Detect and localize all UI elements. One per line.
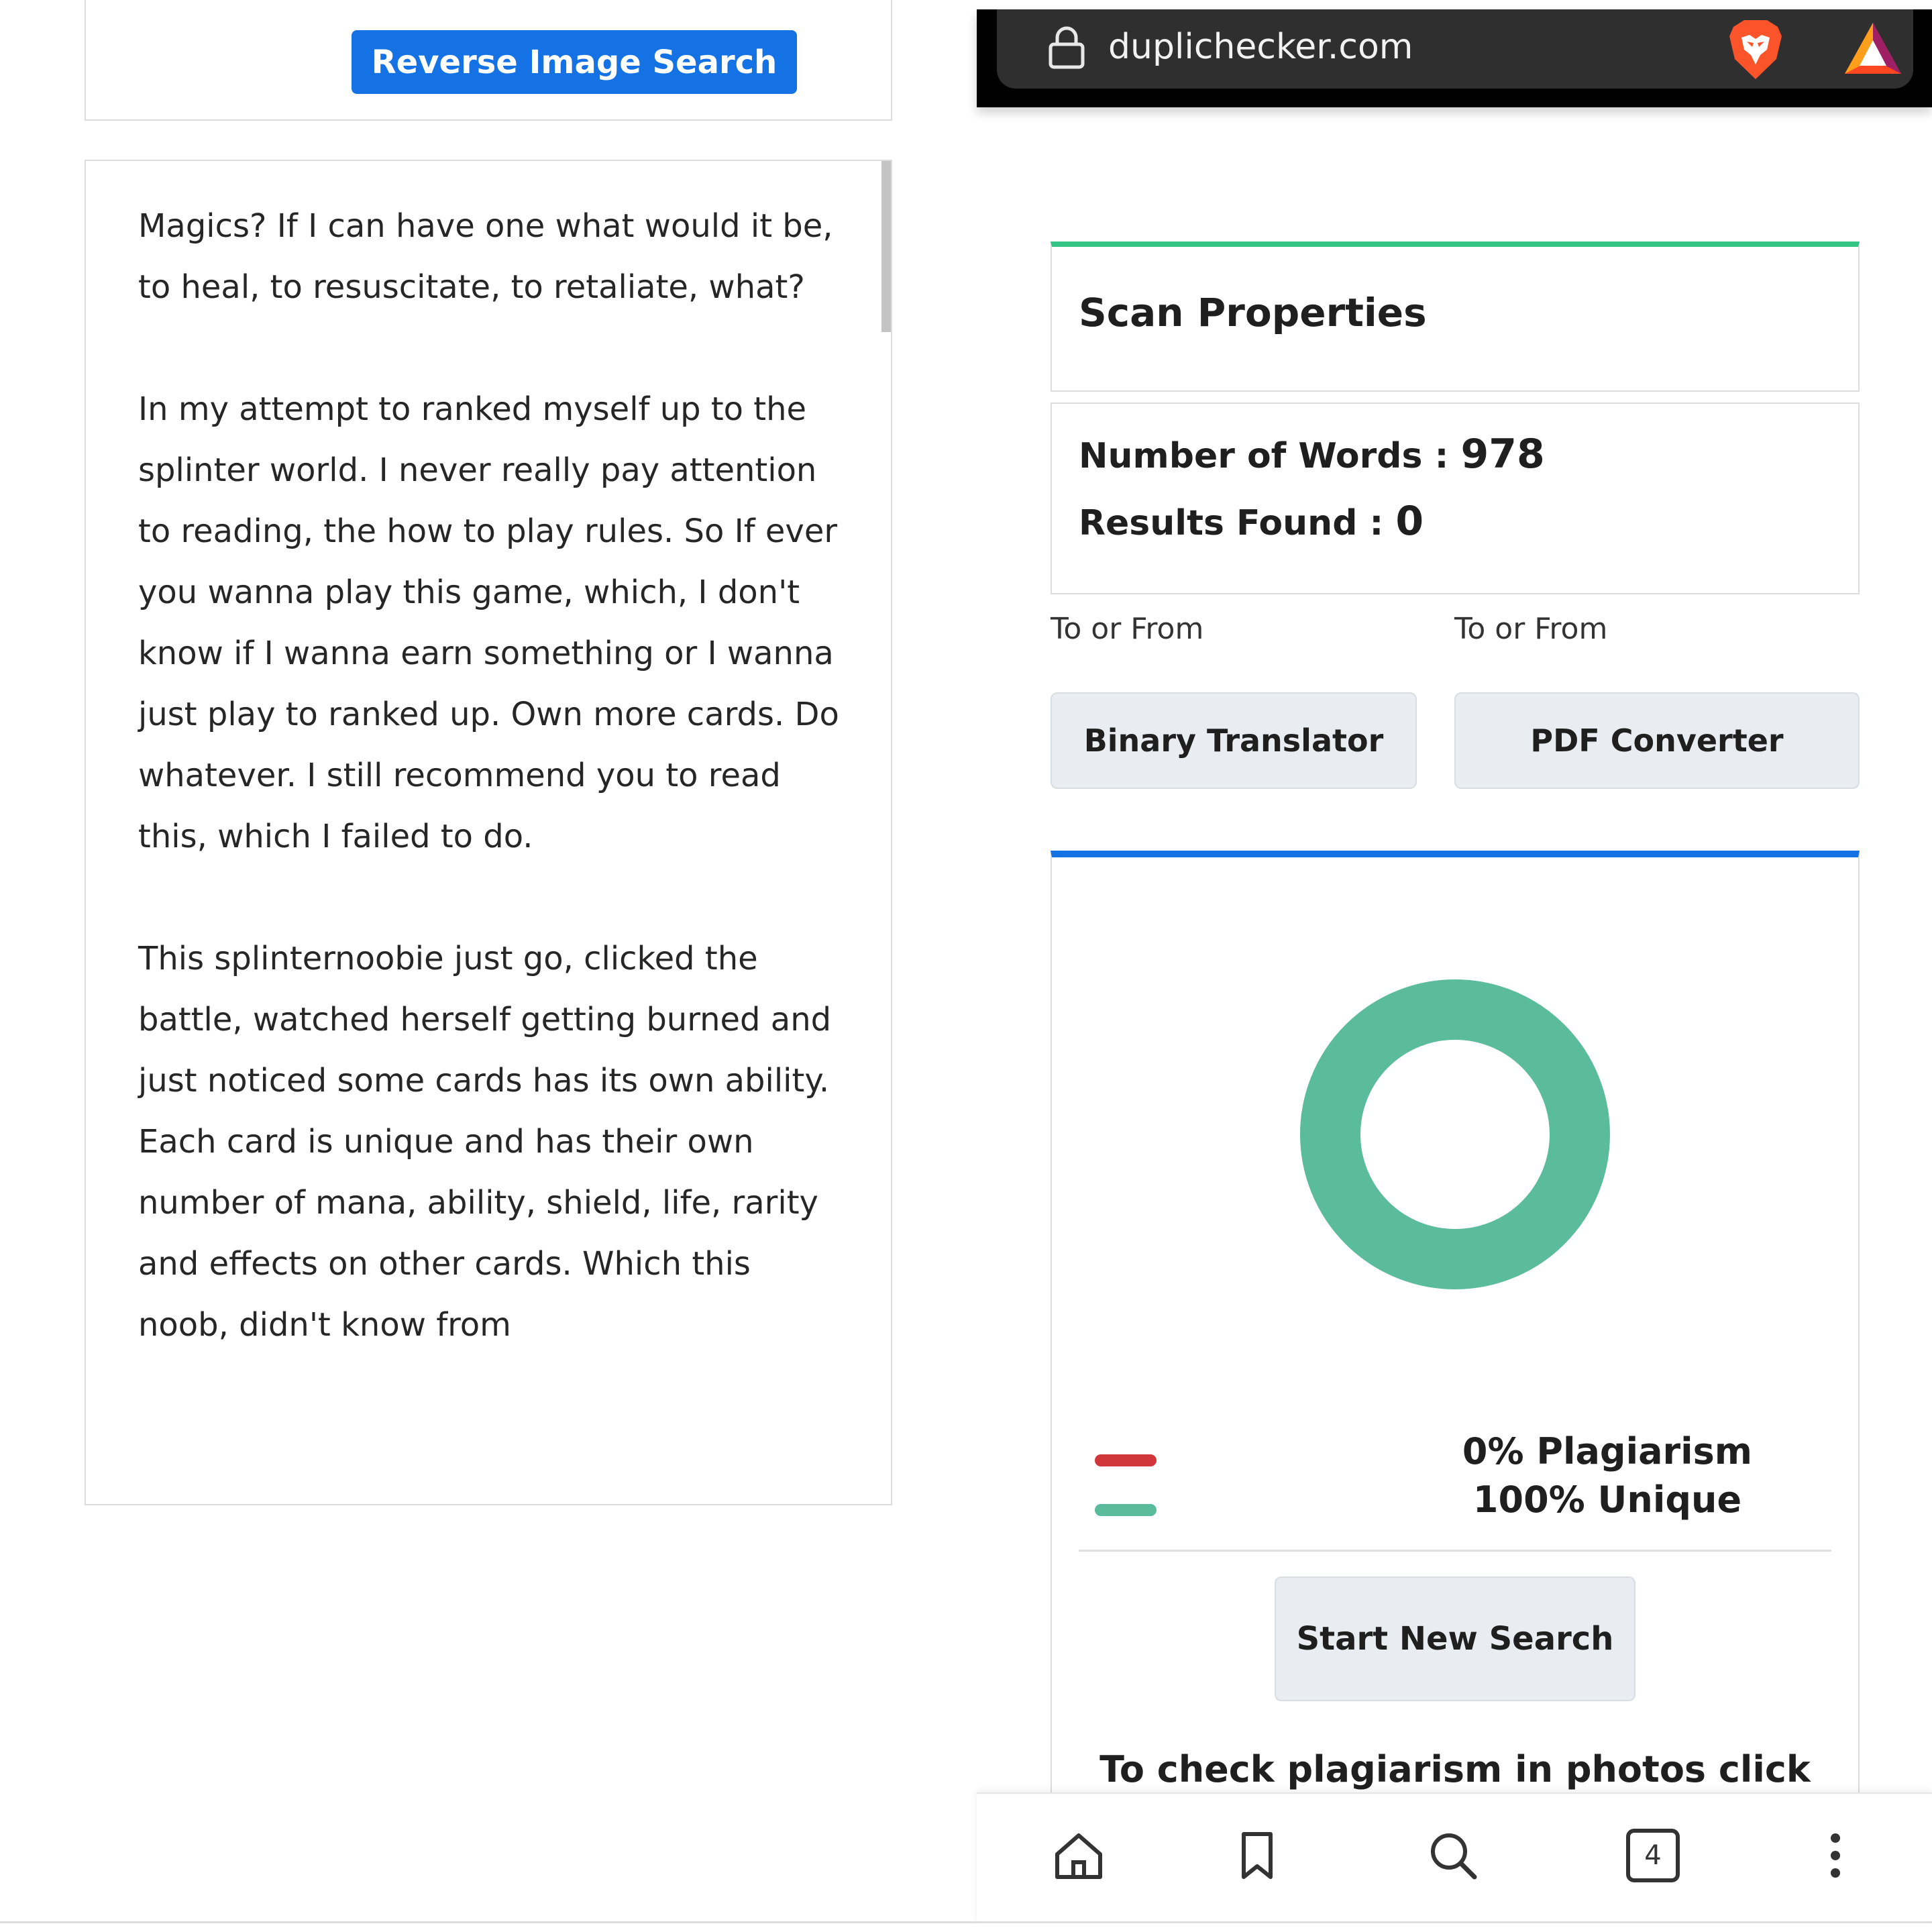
right-panel: duplichecker.com Scan Properties Number … [977,0,1932,1932]
tool-caption: To or From [1454,612,1608,646]
bat-icon[interactable] [1843,21,1902,75]
paragraph: Magics? If I can have one what would it … [138,207,833,306]
binary-translator-button[interactable]: Binary Translator [1051,692,1417,789]
start-new-search-button[interactable]: Start New Search [1275,1576,1635,1701]
word-count-value: 978 [1460,431,1545,478]
plagiarism-legend-swatch [1095,1454,1157,1466]
browser-toolbar: duplichecker.com [977,9,1932,107]
photo-plagiarism-note: To check plagiarism in photos click [1099,1748,1811,1790]
scan-title: Scan Properties [1079,290,1427,335]
text-content: Magics? If I can have one what would it … [138,196,849,1417]
results-found-label: Results Found : [1079,503,1396,543]
paragraph: This splinternoobie just go, clicked the… [138,940,832,1344]
text-input-area[interactable]: Magics? If I can have one what would it … [85,160,892,1505]
word-count-label: Number of Words : [1079,436,1461,476]
tabs-icon[interactable]: 4 [1626,1829,1680,1882]
pdf-converter-button[interactable]: PDF Converter [1454,692,1860,789]
plagiarism-percent-text: 0% Plagiarism [1462,1430,1753,1472]
brave-icon[interactable] [1727,17,1784,82]
results-found-row: Results Found : 0 [1079,498,1424,545]
tool-caption: To or From [1051,612,1204,646]
reverse-search-box: Reverse Image Search [85,0,892,121]
word-count-row: Number of Words : 978 [1079,431,1545,478]
home-icon[interactable] [1052,1829,1106,1882]
scrollbar-thumb[interactable] [881,161,891,332]
result-donut-chart [1300,979,1610,1289]
browser-bottom-nav: 4 [977,1792,1932,1924]
unique-ring [1300,979,1610,1289]
lock-icon [1049,26,1085,69]
unique-legend-swatch [1095,1504,1157,1516]
bookmark-icon[interactable] [1230,1829,1284,1882]
results-found-value: 0 [1395,498,1424,545]
url-text: duplichecker.com [1108,27,1413,67]
url-bar[interactable]: duplichecker.com [997,9,1913,89]
scan-properties-card: Scan Properties [1051,241,1860,392]
search-icon[interactable] [1426,1829,1480,1882]
more-icon[interactable] [1809,1829,1862,1882]
reverse-image-search-button[interactable]: Reverse Image Search [352,30,797,94]
paragraph: In my attempt to ranked myself up to the… [138,390,839,855]
tab-count: 4 [1644,1840,1662,1871]
unique-percent-text: 100% Unique [1472,1479,1742,1521]
bottom-divider [0,1921,1932,1923]
scan-stats-card: Number of Words : 978 Results Found : 0 [1051,402,1860,594]
left-panel: Reverse Image Search Magics? If I can ha… [0,0,953,1932]
divider [1079,1550,1831,1552]
